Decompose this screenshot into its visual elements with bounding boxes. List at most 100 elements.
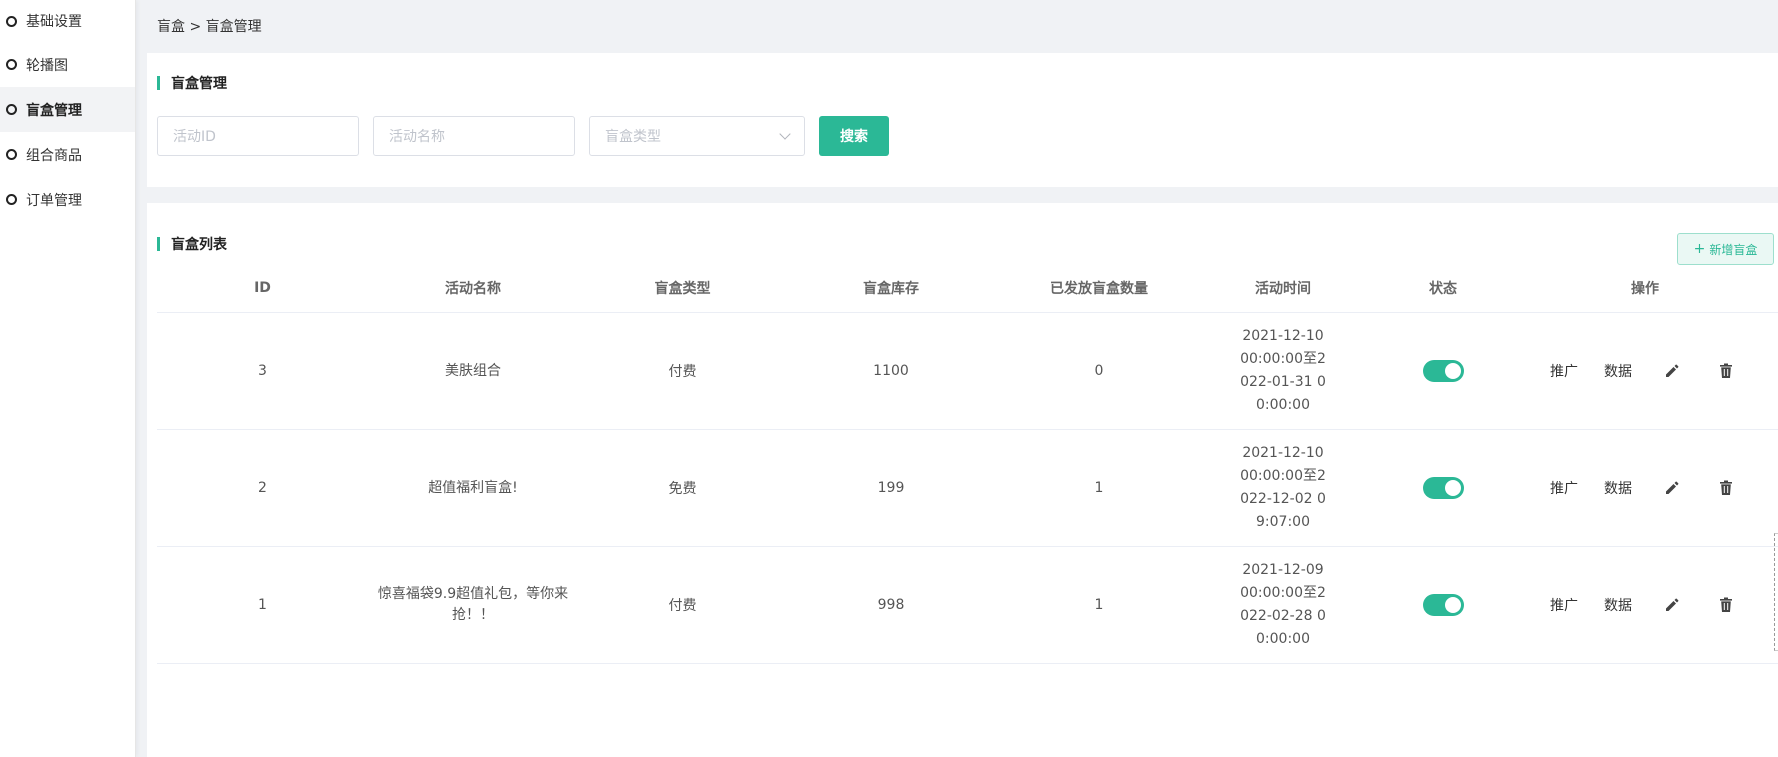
- trash-icon[interactable]: [1699, 363, 1753, 379]
- circle-icon: [6, 149, 17, 160]
- edit-icon[interactable]: [1645, 597, 1699, 613]
- cell-time: 2021-12-10 00:00:00至2022-01-31 00:00:00: [1240, 328, 1326, 413]
- box-type-placeholder: 盲盒类型: [605, 129, 661, 145]
- activity-name-placeholder: 活动名称: [389, 129, 445, 145]
- table-row: 2 超值福利盲盒! 免费 199 1 2021-12-10 00:00:00至2…: [157, 430, 1778, 547]
- table-row: 3 美肤组合 付费 1100 0 2021-12-10 00:00:00至202…: [157, 313, 1778, 430]
- sidebar-item-label: 轮播图: [26, 57, 68, 74]
- activity-id-placeholder: 活动ID: [173, 129, 216, 145]
- toggle-knob: [1444, 363, 1461, 379]
- cell-status: [1363, 594, 1523, 616]
- trash-icon[interactable]: [1699, 597, 1753, 613]
- cell-name-wrap: 惊喜福袋9.9超值礼包，等你来抢！！: [368, 584, 578, 626]
- column-header-status: 状态: [1429, 280, 1457, 297]
- circle-icon: [6, 194, 17, 205]
- sidebar-item-label: 基础设置: [26, 14, 82, 30]
- blind-box-table: ID 活动名称 盲盒类型 盲盒库存 已发放盲盒数量 活动时间 状态 操作 3 美…: [157, 263, 1778, 664]
- cell-actions: 推广 数据: [1523, 361, 1767, 381]
- cell-name-wrap: 美肤组合: [368, 361, 578, 382]
- list-card-title: 盲盒列表: [157, 234, 227, 254]
- promote-button[interactable]: 推广: [1537, 361, 1591, 381]
- box-type-select[interactable]: 盲盒类型: [589, 116, 805, 156]
- promote-button[interactable]: 推广: [1537, 478, 1591, 498]
- status-toggle[interactable]: [1422, 594, 1464, 616]
- sidebar-item-label: 盲盒管理: [26, 102, 82, 119]
- circle-icon: [6, 104, 17, 115]
- cell-type: 付费: [668, 598, 697, 614]
- status-toggle[interactable]: [1422, 360, 1464, 382]
- sidebar-item-blind-box[interactable]: 盲盒管理: [0, 87, 135, 132]
- cell-stock: 199: [877, 480, 905, 496]
- trash-icon[interactable]: [1699, 480, 1753, 496]
- data-button[interactable]: 数据: [1591, 478, 1645, 498]
- column-header-actions: 操作: [1631, 280, 1659, 297]
- column-header-time: 活动时间: [1255, 280, 1311, 297]
- column-header-id: ID: [254, 279, 271, 296]
- cell-stock: 1100: [873, 363, 909, 379]
- data-button[interactable]: 数据: [1591, 595, 1645, 615]
- cell-time-wrap: 2021-12-10 00:00:00至2022-01-31 00:00:00: [1203, 325, 1363, 417]
- column-header-name: 活动名称: [445, 280, 501, 297]
- cell-time: 2021-12-10 00:00:00至2022-12-02 09:07:00: [1240, 445, 1326, 530]
- cell-stock: 998: [877, 597, 905, 613]
- cell-sent: 0: [1094, 363, 1104, 379]
- sidebar-item-label: 订单管理: [26, 192, 82, 209]
- cell-time-wrap: 2021-12-09 00:00:00至2022-02-28 00:00:00: [1203, 559, 1363, 651]
- search-card-title: 盲盒管理: [157, 73, 227, 93]
- cell-sent: 1: [1094, 597, 1104, 613]
- cell-name-wrap: 超值福利盲盒!: [368, 478, 578, 499]
- cell-id: 2: [258, 480, 267, 496]
- cell-type: 付费: [668, 364, 697, 380]
- add-button-label: 新增盲盒: [1709, 242, 1758, 257]
- column-header-stock: 盲盒库存: [863, 280, 919, 297]
- cell-sent: 1: [1094, 480, 1104, 496]
- data-button[interactable]: 数据: [1591, 361, 1645, 381]
- toggle-knob: [1444, 480, 1461, 496]
- list-card: 盲盒列表 + 新增盲盒 ID 活动名称 盲盒类型 盲盒库存 已发放盲盒数量 活动…: [147, 203, 1778, 757]
- column-header-sent: 已发放盲盒数量: [1050, 280, 1148, 297]
- list-title-text: 盲盒列表: [171, 237, 227, 253]
- cell-type: 免费: [668, 481, 697, 497]
- cell-name: 美肤组合: [445, 362, 501, 379]
- scrollbar-handle[interactable]: [1774, 533, 1778, 651]
- add-blind-box-button[interactable]: + 新增盲盒: [1677, 233, 1774, 265]
- cell-actions: 推广 数据: [1523, 595, 1767, 615]
- breadcrumb: 盲盒 > 盲盒管理: [157, 19, 262, 35]
- title-accent-bar: [157, 237, 160, 251]
- circle-icon: [6, 15, 17, 27]
- search-form: 活动ID 活动名称 盲盒类型 搜索: [157, 116, 889, 156]
- plus-icon: +: [1693, 241, 1706, 257]
- main-content: 盲盒 > 盲盒管理 盲盒管理 活动ID 活动名称 盲盒类型 搜索 盲盒列表 + …: [137, 0, 1778, 757]
- search-button[interactable]: 搜索: [819, 116, 889, 156]
- column-header-type: 盲盒类型: [654, 280, 711, 297]
- toggle-knob: [1444, 597, 1461, 613]
- cell-time-wrap: 2021-12-10 00:00:00至2022-12-02 09:07:00: [1203, 442, 1363, 534]
- cell-time: 2021-12-09 00:00:00至2022-02-28 00:00:00: [1240, 562, 1326, 647]
- edit-icon[interactable]: [1645, 363, 1699, 379]
- cell-status: [1363, 360, 1523, 382]
- title-accent-bar: [157, 76, 160, 90]
- cell-status: [1363, 477, 1523, 499]
- cell-actions: 推广 数据: [1523, 478, 1767, 498]
- cell-id: 3: [258, 363, 267, 379]
- sidebar-item-basic-settings[interactable]: 基础设置: [0, 0, 135, 42]
- activity-name-input[interactable]: 活动名称: [373, 116, 575, 156]
- chevron-down-icon: [779, 128, 791, 140]
- edit-icon[interactable]: [1645, 480, 1699, 496]
- cell-id: 1: [258, 597, 267, 613]
- sidebar-item-bundle-products[interactable]: 组合商品: [0, 132, 135, 177]
- search-card: 盲盒管理 活动ID 活动名称 盲盒类型 搜索: [147, 53, 1778, 187]
- status-toggle[interactable]: [1422, 477, 1464, 499]
- search-title-text: 盲盒管理: [171, 76, 227, 92]
- sidebar: 基础设置 轮播图 盲盒管理 组合商品 订单管理: [0, 0, 136, 757]
- table-header: ID 活动名称 盲盒类型 盲盒库存 已发放盲盒数量 活动时间 状态 操作: [157, 263, 1778, 313]
- promote-button[interactable]: 推广: [1537, 595, 1591, 615]
- sidebar-item-orders[interactable]: 订单管理: [0, 177, 135, 222]
- cell-name: 超值福利盲盒!: [428, 479, 518, 496]
- table-row: 1 惊喜福袋9.9超值礼包，等你来抢！！ 付费 998 1 2021-12-09…: [157, 547, 1778, 664]
- circle-icon: [6, 59, 17, 70]
- sidebar-item-label: 组合商品: [26, 147, 82, 164]
- activity-id-input[interactable]: 活动ID: [157, 116, 359, 156]
- sidebar-item-carousel[interactable]: 轮播图: [0, 42, 135, 87]
- cell-name: 惊喜福袋9.9超值礼包，等你来抢！！: [377, 586, 569, 623]
